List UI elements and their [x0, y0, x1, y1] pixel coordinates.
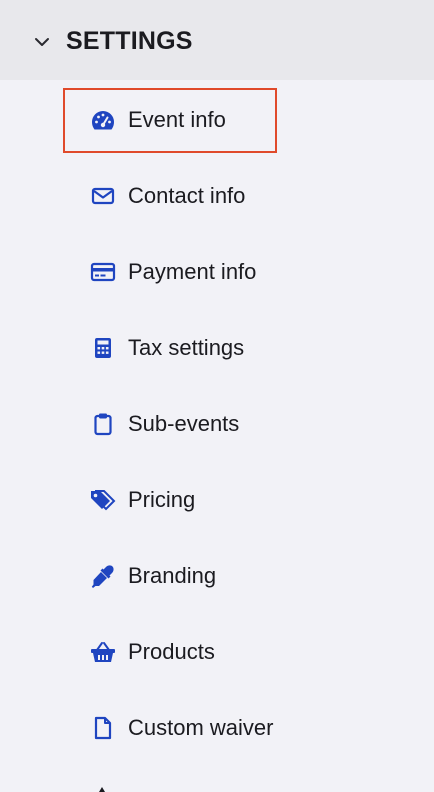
sidebar-item-custom-waiver[interactable]: Custom waiver: [0, 700, 434, 756]
settings-section-header[interactable]: SETTINGS: [0, 0, 434, 80]
sidebar-item-products[interactable]: Products: [0, 624, 434, 680]
sidebar-item-branding[interactable]: Branding: [0, 548, 434, 604]
dashboard-gauge-icon: [89, 108, 117, 132]
eyedropper-icon: [89, 564, 117, 588]
clipboard-icon: [89, 412, 117, 436]
envelope-icon: [89, 184, 117, 208]
sidebar-item-label: Tax settings: [128, 335, 245, 360]
sidebar-item-label: Branding: [128, 563, 217, 588]
credit-card-icon: [89, 260, 117, 284]
tags-icon: [89, 488, 117, 512]
sidebar-item-label: Pricing: [128, 487, 196, 512]
sidebar-item-label: Sub-events: [128, 411, 240, 436]
sidebar-item-payment-info[interactable]: Payment info: [0, 244, 434, 300]
chevron-down-icon[interactable]: [32, 32, 52, 52]
settings-section-title: SETTINGS: [66, 27, 193, 55]
sidebar-item-event-info[interactable]: Event info: [0, 92, 434, 148]
sidebar-item-label: Products: [128, 639, 215, 664]
sidebar-item-contact-info[interactable]: Contact info: [0, 168, 434, 224]
sidebar-item-tax-settings[interactable]: Tax settings: [0, 320, 434, 376]
calculator-icon: [89, 336, 117, 360]
sidebar-item-label: Event info: [128, 107, 226, 132]
sidebar-item-sub-events[interactable]: Sub-events: [0, 396, 434, 452]
sidebar-item-pricing[interactable]: Pricing: [0, 472, 434, 528]
sidebar-item-label: Contact info: [128, 183, 246, 208]
basket-icon: [89, 640, 117, 664]
sidebar-item-label: Custom waiver: [128, 715, 274, 740]
next-item-icon: [98, 786, 106, 792]
sidebar-item-label: Payment info: [128, 259, 257, 284]
document-icon: [89, 716, 117, 740]
